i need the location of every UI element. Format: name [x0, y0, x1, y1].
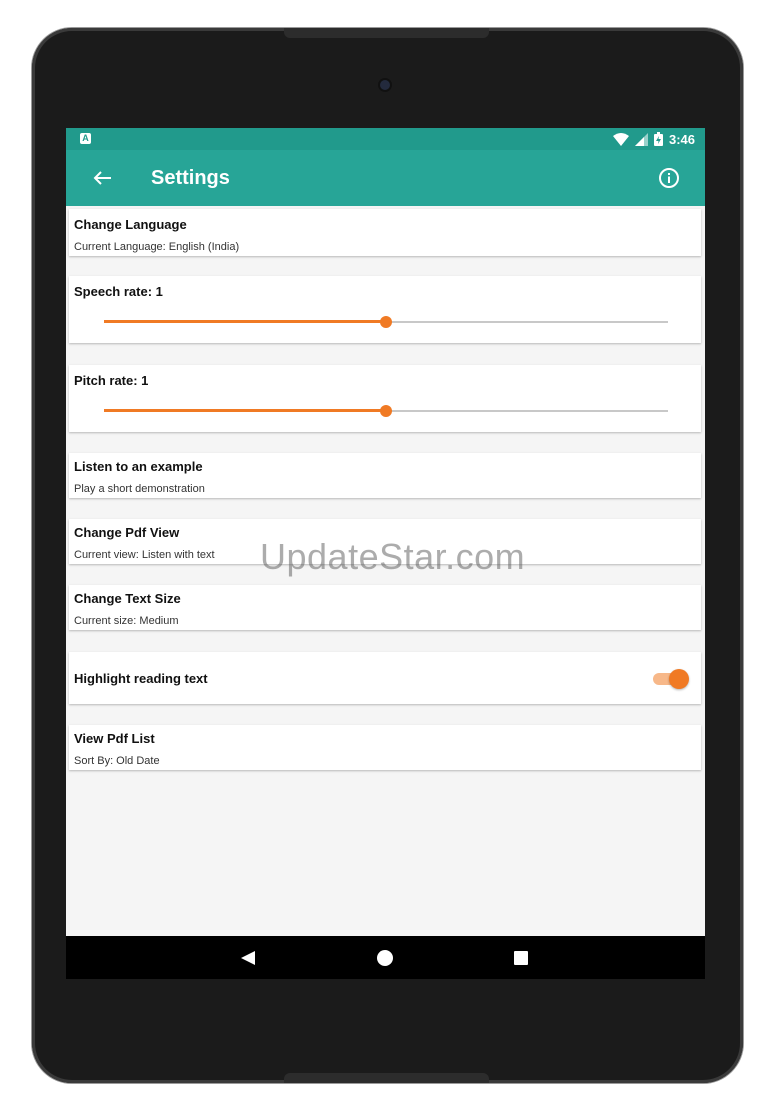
setting-title: Pitch rate: 1 [74, 373, 149, 388]
page-title: Settings [151, 167, 230, 189]
app-notification-icon: A [80, 133, 91, 144]
status-bar: A 3:46 [66, 128, 705, 150]
triangle-back-icon [241, 951, 255, 965]
setting-subtitle: Play a short demonstration [74, 483, 205, 495]
status-indicators: 3:46 [612, 130, 695, 148]
pitch-rate-slider[interactable] [104, 404, 668, 418]
cell-signal-icon [634, 132, 648, 146]
setting-title: Speech rate: 1 [74, 284, 163, 299]
arrow-left-icon [93, 171, 111, 185]
front-camera [380, 80, 390, 90]
back-button[interactable] [88, 164, 116, 192]
setting-change-text-size[interactable]: Change Text Size Current size: Medium [69, 585, 701, 630]
setting-subtitle: Current size: Medium [74, 615, 179, 627]
setting-highlight-reading-text[interactable]: Highlight reading text [69, 652, 701, 704]
nav-back-button[interactable] [238, 948, 258, 968]
square-recents-icon [514, 951, 528, 965]
slider-fill [104, 320, 386, 323]
slider-thumb[interactable] [380, 316, 392, 328]
speech-rate-slider[interactable] [104, 315, 668, 329]
setting-speech-rate: Speech rate: 1 [69, 276, 701, 343]
info-button[interactable] [655, 164, 683, 192]
setting-title: View Pdf List [74, 731, 155, 746]
setting-pitch-rate: Pitch rate: 1 [69, 365, 701, 432]
nav-recents-button[interactable] [511, 948, 531, 968]
setting-change-language[interactable]: Change Language Current Language: Englis… [69, 209, 701, 256]
setting-title: Highlight reading text [74, 671, 208, 686]
app-bar: Settings [66, 150, 705, 206]
setting-title: Change Pdf View [74, 525, 180, 540]
setting-subtitle: Current view: Listen with text [74, 549, 215, 561]
battery-charging-icon [653, 132, 663, 146]
device-bottom-notch [284, 1073, 489, 1083]
device-top-notch [284, 28, 489, 38]
toggle-thumb [669, 669, 689, 689]
setting-title: Change Language [74, 217, 187, 232]
highlight-toggle-switch[interactable] [653, 668, 689, 689]
nav-home-button[interactable] [375, 948, 395, 968]
info-icon [659, 168, 679, 188]
status-time: 3:46 [668, 131, 695, 147]
circle-home-icon [377, 950, 393, 966]
setting-subtitle: Sort By: Old Date [74, 755, 160, 767]
watermark: UpdateStar.com [260, 536, 526, 577]
navigation-bar [66, 936, 705, 979]
setting-view-pdf-list[interactable]: View Pdf List Sort By: Old Date [69, 725, 701, 770]
setting-subtitle: Current Language: English (India) [74, 241, 240, 253]
slider-thumb[interactable] [380, 405, 392, 417]
wifi-icon [612, 132, 629, 146]
setting-title: Listen to an example [74, 459, 203, 474]
setting-listen-example[interactable]: Listen to an example Play a short demons… [69, 453, 701, 498]
setting-title: Change Text Size [74, 591, 181, 606]
slider-fill [104, 409, 386, 412]
